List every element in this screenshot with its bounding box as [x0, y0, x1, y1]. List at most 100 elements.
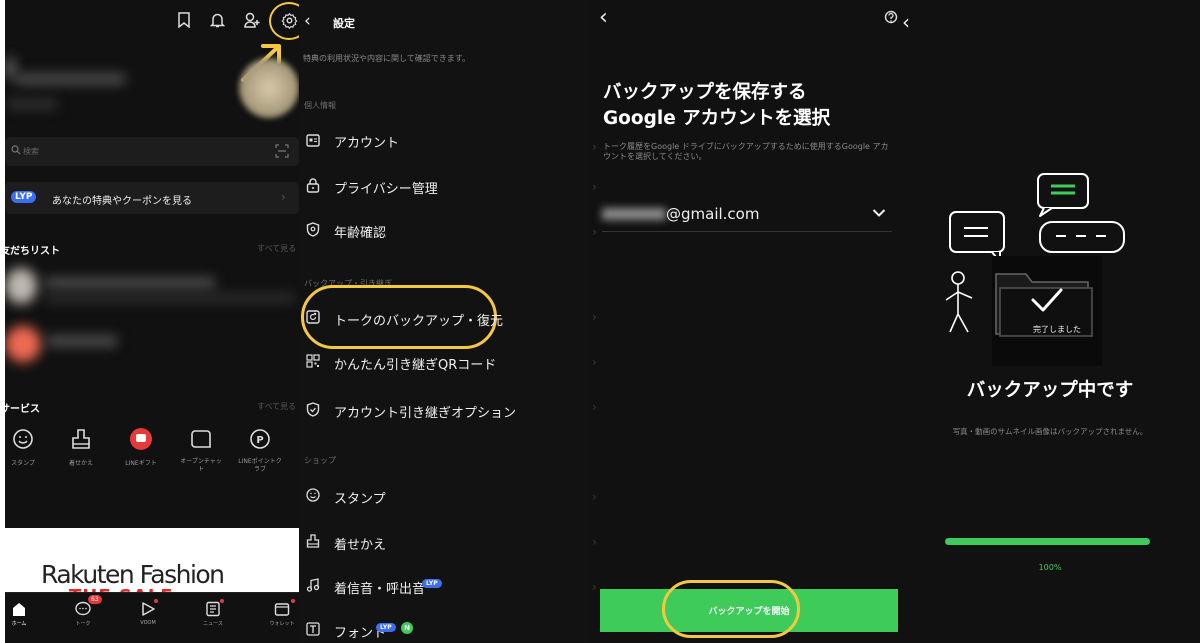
friend-name-blur — [45, 278, 215, 288]
nav-news[interactable]: ニュース — [198, 599, 228, 627]
talk-badge: 63 — [88, 595, 102, 604]
friends-title: 友だちリスト — [5, 246, 60, 257]
settings-item-talk-backup[interactable]: トークのバックアップ・復元 — [299, 300, 590, 334]
settings-item-age[interactable]: 年齢確認 — [299, 214, 590, 248]
wallet-icon — [274, 603, 290, 616]
friend-name-blur — [47, 336, 117, 346]
font-icon — [306, 622, 320, 636]
talk-icon — [75, 601, 91, 616]
nav-talk[interactable]: トーク 63 — [68, 595, 102, 627]
profile-blur — [5, 58, 15, 78]
scan-icon[interactable] — [275, 144, 289, 158]
profile-status-blur — [7, 100, 57, 108]
smiley-icon — [13, 429, 33, 449]
nav-voom[interactable]: VOOM — [133, 599, 163, 626]
chevron-right-icon: › — [592, 400, 597, 414]
service-stamp[interactable]: スタンプ — [5, 428, 41, 467]
service-gift[interactable]: LINEギフト — [121, 428, 161, 467]
account-select[interactable]: @gmail.com — [602, 200, 892, 232]
chevron-right-icon: › — [592, 310, 597, 324]
home-panel: 検索 LYP あなたの特典やクーポンを見る › 友だちリスト すべて見る サービ… — [5, 0, 299, 643]
shield-check-icon — [306, 402, 320, 417]
back-icon[interactable]: ‹ — [599, 5, 608, 30]
chevron-down-icon — [872, 208, 886, 218]
chevron-right-icon: › — [592, 180, 597, 194]
settings-item-qr-transfer[interactable]: かんたん引き継ぎQRコード — [299, 346, 590, 380]
settings-item-theme[interactable]: 着せかえ — [299, 526, 590, 560]
settings-item-font[interactable]: フォント LYP N — [299, 614, 590, 643]
home-icon — [13, 603, 25, 616]
gift-icon — [130, 428, 152, 450]
chevron-right-icon: › — [592, 490, 597, 504]
home-top-bar — [177, 12, 261, 28]
settings-item-stamp[interactable]: スタンプ — [299, 480, 590, 514]
age-shield-icon — [306, 222, 320, 237]
friend-avatar[interactable] — [5, 326, 41, 362]
brush-icon — [72, 429, 90, 449]
settings-item-ringtone[interactable]: 着信音・呼出音 LYP — [299, 570, 590, 604]
done-label: 完了しました — [1033, 325, 1081, 334]
help-icon[interactable] — [884, 10, 898, 27]
thumbnail-note: 写真・動画のサムネイル画像はバックアップされません。 — [952, 427, 1148, 436]
chevron-right-icon: › — [592, 140, 597, 154]
section-shop: ショップ — [304, 456, 336, 465]
voom-icon — [142, 602, 155, 616]
chevron-right-icon: › — [592, 580, 597, 594]
gear-icon[interactable] — [281, 12, 298, 29]
smiley-icon — [306, 488, 320, 502]
search-icon — [11, 145, 21, 155]
new-badge: N — [401, 622, 413, 634]
brush-icon — [306, 534, 320, 548]
service-theme[interactable]: 着せかえ — [63, 428, 99, 467]
settings-item-account[interactable]: アカウント — [299, 124, 590, 158]
services-more-link[interactable]: すべて見る — [257, 401, 296, 412]
account-email: @gmail.com — [666, 205, 760, 223]
services-title: サービス — [5, 404, 40, 415]
chevron-right-icon: › — [592, 225, 597, 239]
bookmark-icon[interactable] — [177, 12, 191, 28]
progress-percent: 100% — [1038, 563, 1062, 572]
profile-name-blur — [15, 74, 125, 84]
friends-more-link[interactable]: すべて見る — [257, 243, 296, 254]
backup-account-panel: ‹ バックアップを保存する Google アカウントを選択 トーク履歴をGoog… — [590, 0, 900, 643]
news-icon — [206, 601, 220, 617]
backup-title-line1: バックアップを保存する — [603, 82, 807, 103]
ad-text: Rakuten Fashion — [41, 560, 225, 589]
lyp-badge: LYP — [376, 623, 396, 632]
account-name-blur — [602, 208, 666, 220]
nav-home[interactable]: ホーム — [5, 601, 33, 627]
music-icon — [306, 578, 320, 592]
back-icon[interactable]: ‹ — [304, 11, 311, 31]
points-icon: P — [250, 429, 270, 449]
page-title: 設定 — [333, 17, 355, 30]
progress-track — [945, 538, 1150, 545]
avatar[interactable] — [239, 58, 299, 118]
chevron-right-icon: › — [592, 355, 597, 369]
progress-fill — [945, 538, 1150, 545]
ad-banner[interactable]: Rakuten Fashion THE SALE — [5, 528, 299, 600]
search-input[interactable]: 検索 — [5, 137, 299, 166]
backup-title-line2: Google アカウントを選択 — [603, 108, 831, 129]
add-friend-icon[interactable] — [244, 12, 261, 28]
id-card-icon — [306, 134, 320, 147]
back-icon[interactable]: ‹ — [902, 10, 910, 34]
backing-up-title: バックアップ中です — [966, 380, 1134, 401]
lyp-banner[interactable]: LYP あなたの特典やクーポンを見る › — [5, 182, 299, 214]
friend-avatar[interactable] — [5, 268, 37, 304]
service-points[interactable]: P LINEポイントクラブ — [237, 428, 283, 474]
voom-dot — [154, 599, 158, 603]
lyp-badge: LYP — [11, 191, 37, 203]
qr-icon — [306, 354, 320, 368]
settings-item-transfer-options[interactable]: アカウント引き継ぎオプション — [299, 394, 590, 428]
settings-item-privacy[interactable]: プライバシー管理 — [299, 170, 590, 204]
bell-icon[interactable] — [210, 12, 225, 28]
wallet-dot — [291, 599, 295, 603]
nav-wallet[interactable]: ウォレット — [265, 599, 299, 627]
lock-icon — [306, 178, 320, 193]
settings-subtitle: 特典の利用状況や内容に関して確認できます。 — [303, 54, 470, 63]
start-button-highlight — [662, 580, 800, 638]
settings-panel: ‹ 設定 特典の利用状況や内容に関して確認できます。 個人情報 アカウント プラ… — [299, 0, 590, 643]
service-openchat[interactable]: オープンチャット — [179, 428, 223, 474]
lyp-banner-text: あなたの特典やクーポンを見る — [52, 196, 192, 207]
backup-description: トーク履歴をGoogle ドライブにバックアップするために使用するGoogle … — [603, 142, 889, 161]
